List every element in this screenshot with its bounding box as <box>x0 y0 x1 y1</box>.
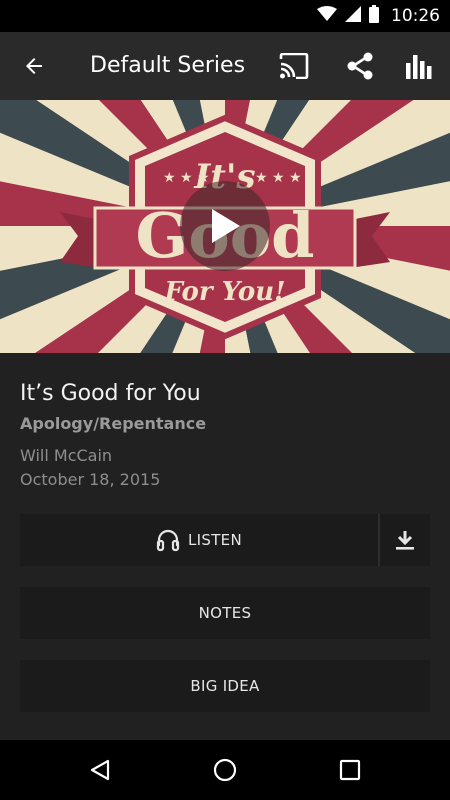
headphones-icon <box>156 529 180 552</box>
cast-button[interactable] <box>274 46 314 86</box>
sermon-topic: Apology/Repentance <box>20 414 207 433</box>
system-nav-bar <box>0 740 450 800</box>
listen-label: LISTEN <box>188 531 242 549</box>
cast-icon <box>279 53 309 79</box>
wifi-icon <box>317 6 337 26</box>
toolbar-title: Default Series <box>90 53 246 78</box>
battery-icon <box>369 5 379 27</box>
sermon-date: October 18, 2015 <box>20 470 161 489</box>
status-time: 10:26 <box>391 6 440 26</box>
sermon-speaker: Will McCain <box>20 446 113 465</box>
notes-label: NOTES <box>198 604 252 622</box>
svg-text:★ ★ ★: ★ ★ ★ <box>255 170 302 186</box>
back-nav-icon <box>90 759 110 781</box>
artwork-text-for-you: For You! <box>163 277 285 307</box>
arrow-left-icon <box>26 58 42 74</box>
cell-signal-icon <box>345 6 361 26</box>
play-button[interactable] <box>180 181 270 271</box>
home-nav-button[interactable] <box>205 750 245 790</box>
download-icon <box>396 531 414 550</box>
equalizer-button[interactable] <box>400 46 440 86</box>
recents-nav-icon <box>339 759 361 781</box>
app-toolbar: Default Series <box>0 32 450 100</box>
download-button[interactable] <box>380 514 430 566</box>
notes-button[interactable]: NOTES <box>20 587 430 639</box>
sermon-artwork[interactable]: ★ ★ ★ ★ ★ ★ It's Good For You! <box>0 100 450 353</box>
status-bar: 10:26 <box>0 0 450 32</box>
share-icon <box>347 52 373 80</box>
recents-nav-button[interactable] <box>330 750 370 790</box>
play-icon <box>212 209 240 243</box>
listen-button[interactable]: LISTEN <box>20 514 378 566</box>
back-button[interactable] <box>16 48 52 84</box>
equalizer-icon <box>406 55 432 79</box>
share-button[interactable] <box>340 46 380 86</box>
sermon-info: It’s Good for You Apology/Repentance Wil… <box>20 378 430 492</box>
sermon-title: It’s Good for You <box>20 381 201 406</box>
big-idea-label: BIG IDEA <box>190 677 260 695</box>
big-idea-button[interactable]: BIG IDEA <box>20 660 430 712</box>
home-nav-icon <box>213 758 237 782</box>
back-nav-button[interactable] <box>80 750 120 790</box>
